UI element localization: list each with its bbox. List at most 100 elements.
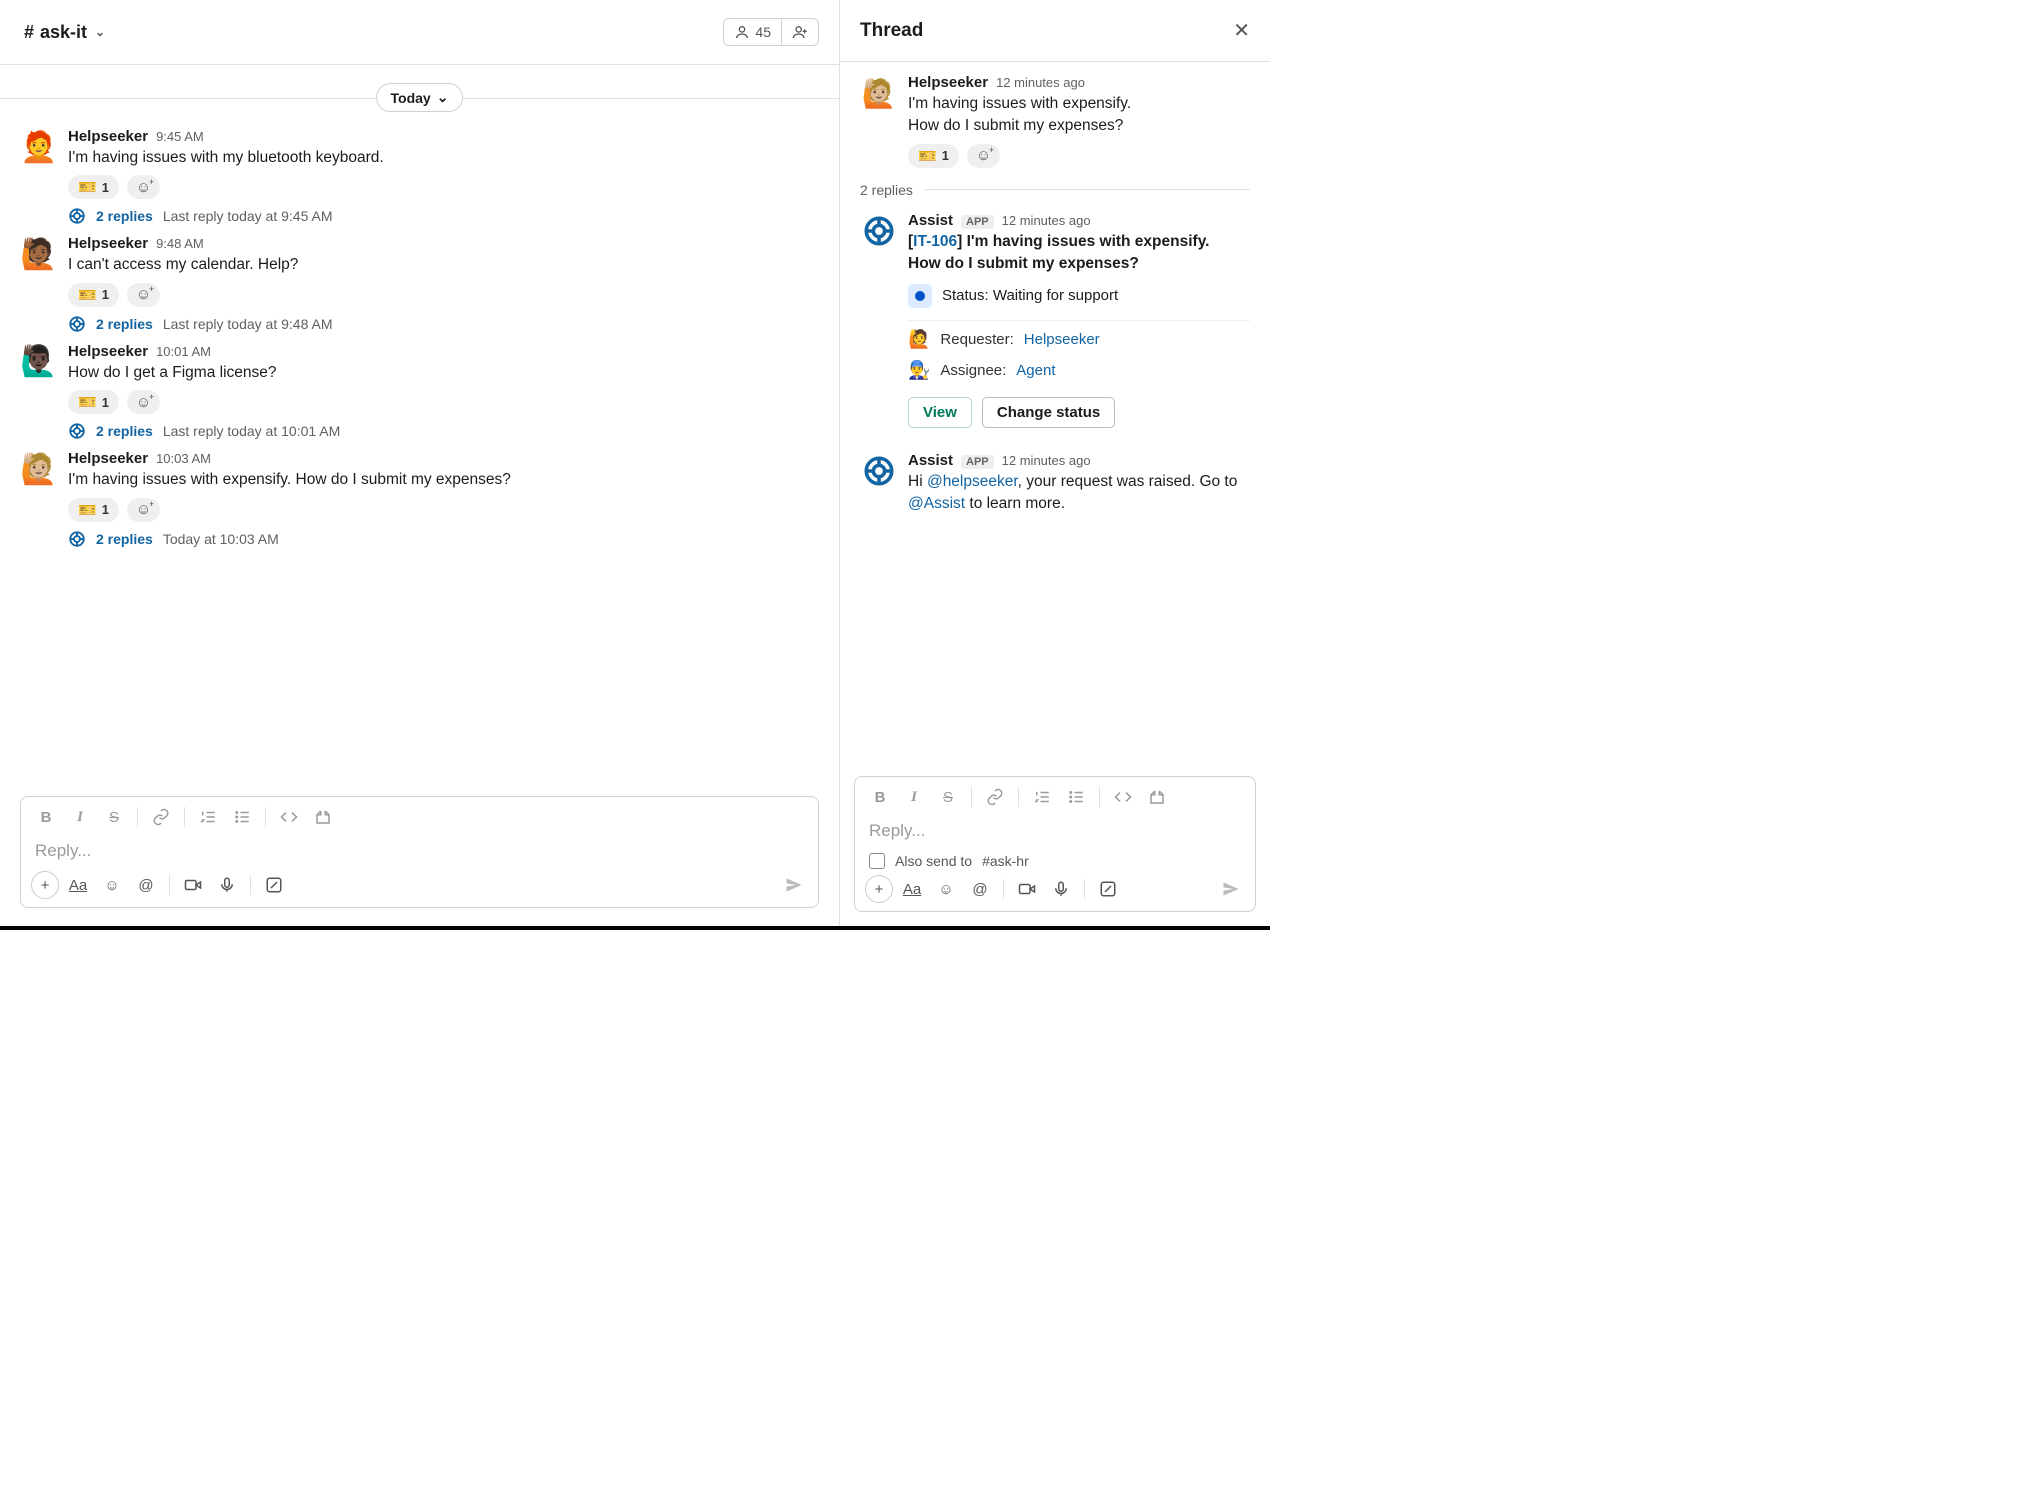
replies-meta: Last reply today at 9:45 AM (163, 208, 333, 224)
channel-title[interactable]: # ask-it ⌄ (24, 22, 105, 43)
requester-icon: 🙋 (908, 329, 930, 350)
author-name[interactable]: Helpseeker (68, 235, 148, 252)
add-reaction-button[interactable]: ☺+ (127, 175, 160, 199)
add-reaction-button[interactable]: ☺+ (127, 390, 160, 414)
status-label: Status: Waiting for support (942, 287, 1118, 304)
channel-message: 🧑‍🦰Helpseeker9:45 AMI'm having issues wi… (0, 122, 839, 229)
close-thread-button[interactable]: ✕ (1233, 18, 1250, 43)
lifesaver-icon (68, 207, 86, 225)
replies-link[interactable]: 2 replies (96, 316, 153, 332)
channel-message: 🙋🏾Helpseeker9:48 AMI can't access my cal… (0, 229, 839, 336)
avatar: 🙋🏼 (860, 74, 898, 112)
message-text: I'm having issues with my bluetooth keyb… (68, 147, 819, 169)
video-button[interactable] (1012, 875, 1042, 903)
timestamp: 12 minutes ago (1002, 213, 1091, 228)
mention-link[interactable]: @helpseeker (927, 473, 1018, 490)
bold-button[interactable]: B (865, 783, 895, 811)
view-button[interactable]: View (908, 397, 972, 428)
replies-meta: Last reply today at 9:48 AM (163, 316, 333, 332)
replies-link[interactable]: 2 replies (96, 423, 153, 439)
timestamp: 12 minutes ago (1002, 453, 1091, 468)
author-name[interactable]: Helpseeker (68, 450, 148, 467)
code-button[interactable] (274, 803, 304, 831)
open-thread[interactable]: 2 replies Last reply today at 9:48 AM (68, 315, 819, 333)
bullet-list-button[interactable] (1061, 783, 1091, 811)
attach-button[interactable]: + (31, 871, 59, 899)
send-button[interactable] (1217, 875, 1245, 903)
timestamp: 12 minutes ago (996, 75, 1085, 90)
assignee-link[interactable]: Agent (1016, 362, 1055, 379)
bold-button[interactable]: B (31, 803, 61, 831)
shortcuts-button[interactable] (259, 871, 289, 899)
emoji-button[interactable]: ☺ (97, 871, 127, 899)
lifesaver-icon (68, 315, 86, 333)
send-button[interactable] (780, 871, 808, 899)
author-name[interactable]: Helpseeker (68, 343, 148, 360)
video-button[interactable] (178, 871, 208, 899)
timestamp: 9:45 AM (156, 129, 204, 144)
thread-composer-input[interactable]: Reply... (855, 811, 1255, 851)
link-button[interactable] (980, 783, 1010, 811)
formatting-toggle[interactable]: Aa (63, 871, 93, 899)
add-people-button[interactable] (781, 19, 818, 45)
strike-button[interactable]: S (99, 803, 129, 831)
mic-button[interactable] (212, 871, 242, 899)
assist-avatar (860, 212, 898, 250)
replies-link[interactable]: 2 replies (96, 208, 153, 224)
italic-button[interactable]: I (899, 783, 929, 811)
main-panel: # ask-it ⌄ 45 (0, 0, 840, 926)
thread-title: Thread (860, 20, 923, 42)
add-reaction-button[interactable]: ☺+ (127, 283, 160, 307)
member-count: 45 (755, 24, 771, 40)
emoji-button[interactable]: ☺ (931, 875, 961, 903)
mention-button[interactable]: @ (965, 875, 995, 903)
open-thread[interactable]: 2 replies Today at 10:03 AM (68, 530, 819, 548)
replies-meta: Today at 10:03 AM (163, 531, 279, 547)
message-text: I'm having issues with expensify. How do… (68, 469, 819, 491)
strike-button[interactable]: S (933, 783, 963, 811)
replies-link[interactable]: 2 replies (96, 531, 153, 547)
member-count-button[interactable]: 45 (724, 19, 781, 45)
reaction-ticket[interactable]: 1 (68, 283, 119, 307)
mention-button[interactable]: @ (131, 871, 161, 899)
also-send-checkbox[interactable] (869, 853, 885, 869)
codeblock-button[interactable] (308, 803, 338, 831)
open-thread[interactable]: 2 repliesLast reply today at 10:01 AM (68, 422, 819, 440)
italic-button[interactable]: I (65, 803, 95, 831)
bullet-list-button[interactable] (227, 803, 257, 831)
timestamp: 10:03 AM (156, 451, 211, 466)
channel-name: ask-it (40, 22, 87, 43)
thread-reply: Assist APP 12 minutes ago Hi @helpseeker… (840, 432, 1270, 520)
mention-link[interactable]: @Assist (908, 495, 965, 512)
add-reaction-button[interactable]: ☺+ (967, 144, 1000, 168)
codeblock-button[interactable] (1142, 783, 1172, 811)
reaction-ticket[interactable]: 1 (68, 175, 119, 199)
author-name[interactable]: Assist (908, 212, 953, 229)
mic-button[interactable] (1046, 875, 1076, 903)
attach-button[interactable]: + (865, 875, 893, 903)
assist-avatar (860, 452, 898, 490)
message-composer: B I S Reply... + Aa ☺ @ (20, 796, 819, 908)
reaction-ticket[interactable]: 1 (68, 390, 119, 414)
reaction-ticket[interactable]: 1 (908, 144, 959, 168)
date-divider[interactable]: Today ⌄ (376, 83, 464, 112)
composer-input[interactable]: Reply... (21, 831, 818, 871)
requester-link[interactable]: Helpseeker (1024, 331, 1100, 348)
ordered-list-button[interactable] (193, 803, 223, 831)
ordered-list-button[interactable] (1027, 783, 1057, 811)
author-name[interactable]: Helpseeker (908, 74, 988, 91)
formatting-toggle[interactable]: Aa (897, 875, 927, 903)
add-reaction-button[interactable]: ☺+ (127, 498, 160, 522)
link-button[interactable] (146, 803, 176, 831)
shortcuts-button[interactable] (1093, 875, 1123, 903)
lifesaver-icon (68, 422, 86, 440)
code-button[interactable] (1108, 783, 1138, 811)
change-status-button[interactable]: Change status (982, 397, 1115, 428)
reaction-ticket[interactable]: 1 (68, 498, 119, 522)
ticket-link[interactable]: IT-106 (913, 233, 957, 250)
author-name[interactable]: Assist (908, 452, 953, 469)
avatar: 🙋🏿‍♂️ (20, 343, 58, 381)
lifesaver-icon (68, 530, 86, 548)
author-name[interactable]: Helpseeker (68, 128, 148, 145)
open-thread[interactable]: 2 replies Last reply today at 9:45 AM (68, 207, 819, 225)
